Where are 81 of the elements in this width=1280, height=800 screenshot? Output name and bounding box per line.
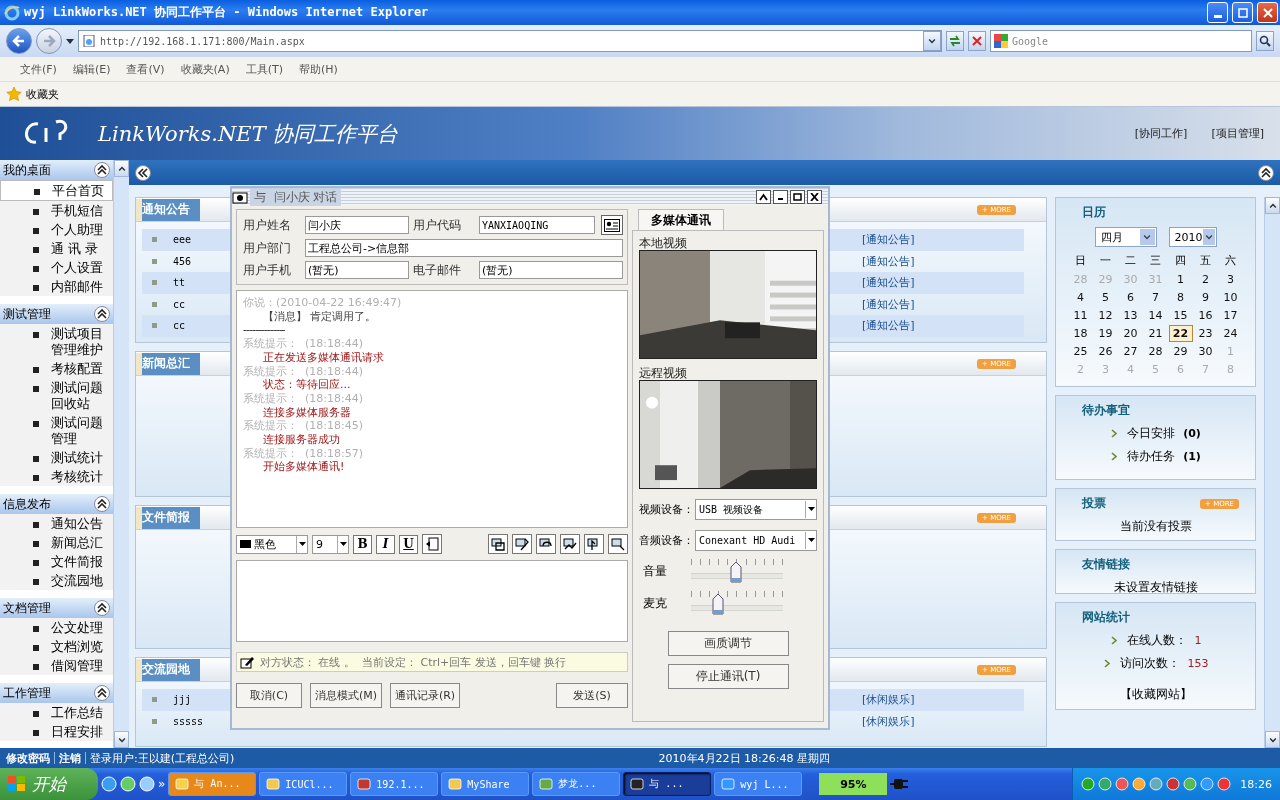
- window-title: wyj LinkWorks.NET 协同工作平台 - Windows Internet Explorer: [24, 4, 430, 21]
- group-title: 文档管理: [3, 599, 51, 617]
- message-text: 连接多媒体服务器: [262, 405, 352, 420]
- video-label: 本地视频: [639, 237, 688, 250]
- weekday-label: 六: [1225, 253, 1236, 269]
- item-label: 新闻总汇: [51, 534, 103, 551]
- empty-message: 当前没有投票: [1119, 518, 1192, 535]
- item-label: 测试项目管理维护: [51, 325, 104, 358]
- item-label: 日程安排: [51, 723, 103, 740]
- panel-title: 网站统计: [1082, 609, 1130, 626]
- item-label: 个人设置: [51, 259, 103, 276]
- video-label: 远程视频: [639, 367, 688, 380]
- group-title: 信息发布: [3, 495, 51, 513]
- usage-meter: 95%: [819, 773, 888, 795]
- item-label: 平台首页: [52, 182, 104, 199]
- item-label: 文件简报: [51, 553, 103, 570]
- group-title: 我的桌面: [3, 161, 51, 179]
- stat-value: 153: [1187, 657, 1209, 670]
- item-label: 借阅管理: [51, 657, 103, 674]
- item-label: 公文处理: [51, 619, 103, 636]
- weekday-label: 日: [1075, 253, 1086, 269]
- message-text: 状态：等待回应...: [262, 378, 352, 392]
- panel-title: 友情链接: [1082, 556, 1130, 573]
- weekday-label: 四: [1175, 253, 1186, 269]
- dialog-title: 与 闫小庆 对话: [250, 188, 342, 206]
- group-title: 工作管理: [3, 684, 51, 702]
- separator-line: --------------: [243, 323, 286, 338]
- message-header: 系统提示： (18:18:44): [243, 364, 364, 379]
- panel-title: 待办事宜: [1082, 402, 1130, 419]
- device-label: 视频设备：: [639, 502, 694, 517]
- message-text: 【消息】 肯定调用了。: [262, 309, 378, 324]
- message-text: 连接服务器成功: [262, 433, 341, 447]
- slider-label: 麦克: [643, 594, 668, 612]
- message-header: 你说：(2010-04-22 16:49:47): [243, 296, 403, 310]
- message-header: 系统提示： (18:18:57): [243, 446, 364, 461]
- field-label: 用户部门: [243, 239, 292, 257]
- item-label: 通知公告: [51, 515, 103, 532]
- item-label: 通 讯 录: [51, 240, 99, 257]
- item-label: 测试问题回收站: [51, 379, 104, 412]
- date-time: 2010年4月22日 18:26:48 星期四: [658, 750, 830, 766]
- stat-label: 在线人数：: [1126, 632, 1187, 649]
- panel-title: 通知公告: [136, 198, 200, 221]
- field-label: 用户姓名: [243, 216, 292, 234]
- message-text: 正在发送多媒体通讯请求: [262, 350, 385, 365]
- group-title: 测试管理: [3, 305, 51, 323]
- item-label: 测试统计: [51, 449, 103, 466]
- message-header: 系统提示： (18:18:45): [243, 419, 364, 434]
- count: (0): [1183, 427, 1201, 440]
- panel-title: 日历: [1082, 204, 1106, 221]
- item-label: 交流园地: [51, 572, 103, 589]
- item-label: 文档浏览: [51, 638, 103, 655]
- login-user: 登录用户:王以建(工程总公司): [90, 750, 235, 766]
- message-header: 系统提示： (18:18:44): [243, 337, 364, 351]
- field-label: 用户代码: [413, 216, 462, 234]
- panel-title: 交流园地: [136, 658, 200, 681]
- item-label: 工作总结: [51, 704, 103, 721]
- slider-label: 音量: [643, 562, 668, 580]
- clock: 18:26: [1240, 777, 1272, 791]
- item-label: 手机短信: [51, 202, 103, 219]
- weekday-label: 二: [1125, 253, 1136, 269]
- stat-value: 1: [1194, 634, 1202, 647]
- panel-title: 文件简报: [136, 506, 200, 529]
- weekday-label: 三: [1150, 253, 1161, 269]
- item-label: 考核统计: [51, 468, 103, 485]
- message-text: 开始多媒体通讯!: [262, 460, 346, 475]
- stat-label: 访问次数：: [1119, 655, 1180, 672]
- device-label: 音频设备：: [639, 533, 694, 548]
- field-label: 用户手机: [243, 261, 292, 279]
- item-label: 内部邮件: [51, 278, 103, 295]
- weekday-label: 一: [1100, 253, 1111, 269]
- site-title: LinkWorks.NET 协同工作平台: [98, 120, 400, 148]
- weekday-label: 五: [1200, 253, 1211, 269]
- empty-message: 未设置友情链接: [1113, 579, 1198, 596]
- item-label: 考核配置: [51, 360, 103, 377]
- panel-title: 投票: [1082, 495, 1106, 512]
- item-label: 测试问题管理: [51, 414, 104, 447]
- count: (1): [1183, 450, 1201, 463]
- field-label: 电子邮件: [413, 261, 462, 279]
- panel-title: 新闻总汇: [136, 352, 200, 375]
- item-label: 个人助理: [51, 221, 103, 238]
- message-header: 系统提示： (18:18:44): [243, 391, 364, 406]
